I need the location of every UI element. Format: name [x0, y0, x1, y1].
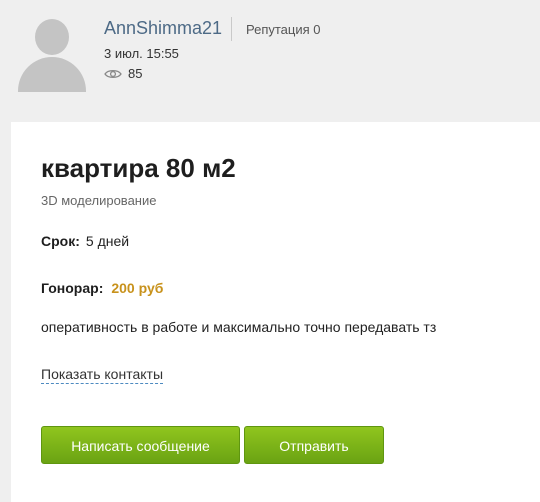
- term-value: 5 дней: [85, 233, 130, 249]
- show-contacts-link[interactable]: Показать контакты: [41, 365, 164, 384]
- fee-label: Гонорар:: [41, 280, 104, 296]
- author-username[interactable]: AnnShimma21: [104, 17, 222, 39]
- avatar-head: [35, 19, 69, 55]
- post-datetime: 3 июл. 15:55: [104, 46, 179, 61]
- write-message-button[interactable]: Написать сообщение: [41, 426, 240, 464]
- fee-value: 200 руб: [111, 280, 164, 296]
- term-label: Срок:: [41, 233, 80, 249]
- order-card: квартира 80 м2 3D моделирование Срок: 5 д…: [11, 122, 540, 502]
- views-count: 85: [128, 66, 143, 81]
- avatar-shoulders: [18, 57, 86, 92]
- order-title: квартира 80 м2: [41, 153, 236, 183]
- order-description: оперативность в работе и максимально точ…: [41, 319, 437, 335]
- avatar[interactable]: [18, 16, 86, 92]
- eye-icon: [104, 68, 122, 80]
- term-row: Срок: 5 дней: [41, 232, 129, 250]
- order-category[interactable]: 3D моделирование: [41, 193, 156, 209]
- send-button[interactable]: Отправить: [244, 426, 384, 464]
- author-reputation: Репутация 0: [246, 22, 321, 37]
- fee-row: Гонорар: 200 руб: [41, 279, 163, 297]
- views-counter: 85: [104, 66, 142, 82]
- header-divider: [231, 17, 232, 41]
- author-header: AnnShimma21 Репутация 0 3 июл. 15:55 85: [0, 0, 540, 122]
